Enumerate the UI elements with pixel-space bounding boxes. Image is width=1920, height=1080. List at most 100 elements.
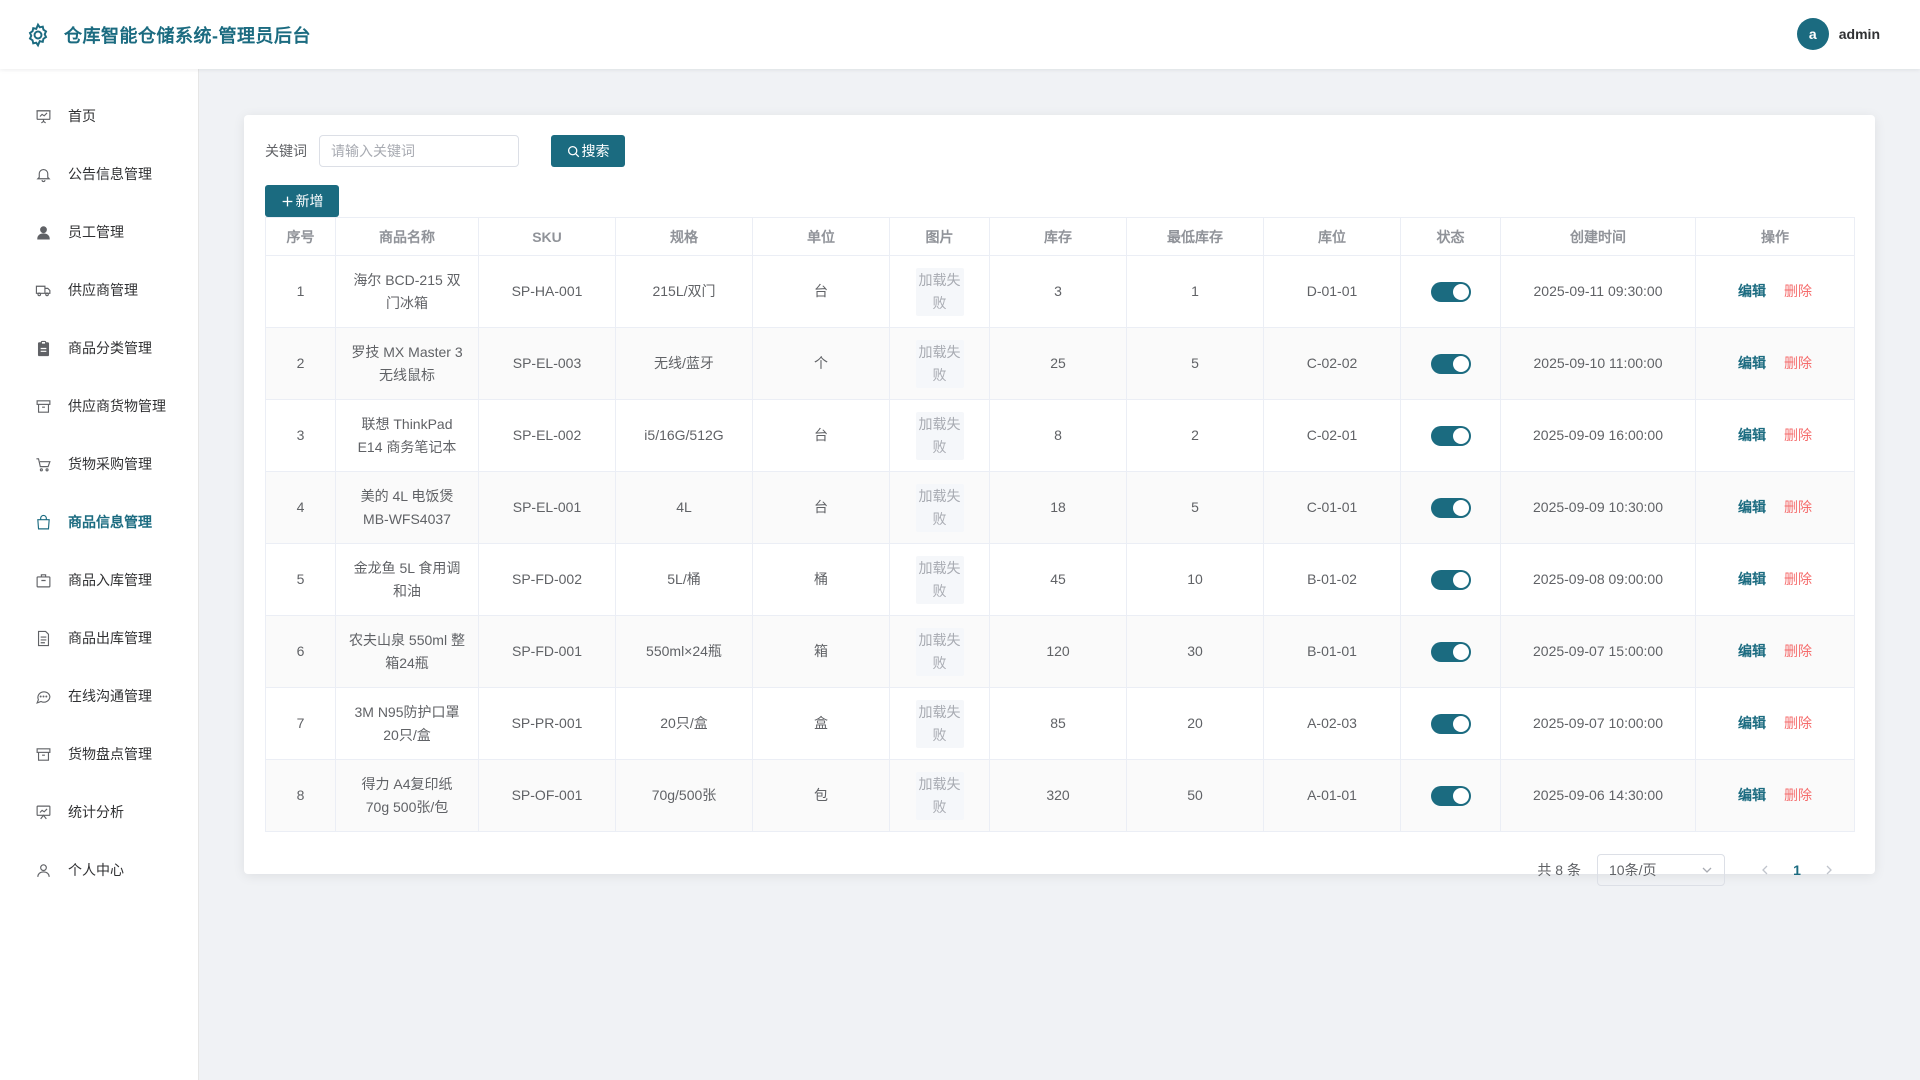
delete-button[interactable]: 删除	[1784, 643, 1812, 659]
cart-icon	[36, 457, 51, 471]
sidebar-item[interactable]: 商品出库管理	[0, 609, 198, 667]
avatar[interactable]: a	[1796, 18, 1829, 50]
edit-button[interactable]: 编辑	[1738, 643, 1766, 659]
status-toggle[interactable]	[1430, 282, 1471, 303]
add-button[interactable]: 新增	[265, 185, 339, 217]
edit-button[interactable]: 编辑	[1738, 571, 1766, 587]
column-header: 序号	[265, 217, 336, 256]
cell-unit: 桶	[752, 543, 890, 616]
prev-page-button[interactable]	[1749, 854, 1781, 886]
sidebar-item[interactable]: 在线沟通管理	[0, 667, 198, 725]
sidebar-item[interactable]: 货物采购管理	[0, 435, 198, 493]
sidebar-item-label: 供应商货物管理	[68, 398, 166, 414]
sidebar-item[interactable]: 供应商管理	[0, 261, 198, 319]
column-header: 操作	[1695, 217, 1855, 256]
edit-button[interactable]: 编辑	[1738, 283, 1766, 299]
delete-button[interactable]: 删除	[1784, 787, 1812, 803]
sidebar-item-label: 公告信息管理	[68, 166, 152, 182]
status-toggle[interactable]	[1430, 426, 1471, 447]
cell-image: 加载失败	[889, 759, 990, 832]
status-toggle[interactable]	[1430, 498, 1471, 519]
cell-name: 3M N95防护口罩 20只/盒	[335, 687, 479, 760]
search-input[interactable]	[319, 135, 519, 167]
user-menu[interactable]: a admin	[1796, 18, 1880, 50]
cell-min-stock: 5	[1126, 327, 1264, 400]
cell-name: 农夫山泉 550ml 整箱24瓶	[335, 615, 479, 688]
edit-button[interactable]: 编辑	[1738, 715, 1766, 731]
sidebar-item-label: 商品出库管理	[68, 630, 152, 646]
status-toggle[interactable]	[1430, 570, 1471, 591]
delete-button[interactable]: 删除	[1784, 283, 1812, 299]
table-row: 2 罗技 MX Master 3 无线鼠标 SP-EL-003 无线/蓝牙个加载失败 2…	[265, 327, 1855, 400]
status-toggle[interactable]	[1430, 642, 1471, 663]
cell-min-stock: 2	[1126, 399, 1264, 472]
cell-image: 加载失败	[889, 543, 990, 616]
cell-min-stock: 1	[1126, 255, 1264, 328]
delete-button[interactable]: 删除	[1784, 715, 1812, 731]
username[interactable]: admin	[1839, 26, 1880, 42]
cell-actions: 编辑 删除	[1695, 399, 1855, 472]
delete-button[interactable]: 删除	[1784, 499, 1812, 515]
cell-spec: 无线/蓝牙	[615, 327, 753, 400]
cell-status	[1400, 543, 1501, 616]
image-load-failed: 加载失败	[915, 411, 964, 460]
sidebar-item[interactable]: 个人中心	[0, 841, 198, 899]
edit-button[interactable]: 编辑	[1738, 355, 1766, 371]
next-page-button[interactable]	[1813, 854, 1845, 886]
cell-spec: 5L/桶	[615, 543, 753, 616]
sidebar-item-label: 货物采购管理	[68, 456, 152, 472]
sidebar-item[interactable]: 商品入库管理	[0, 551, 198, 609]
sidebar: 首页公告信息管理员工管理 供应商管理 商品分类管理供应商货物管理 货物采购管理商品信息…	[0, 69, 199, 1080]
sidebar-item[interactable]: 商品分类管理	[0, 319, 198, 377]
plus-icon	[282, 196, 292, 206]
sidebar-item[interactable]: 员工管理	[0, 203, 198, 261]
edit-button[interactable]: 编辑	[1738, 787, 1766, 803]
cell-stock: 320	[989, 759, 1127, 832]
cell-min-stock: 5	[1126, 471, 1264, 544]
cell-location: C-01-01	[1263, 471, 1401, 544]
cell-image: 加载失败	[889, 399, 990, 472]
cell-stock: 25	[989, 327, 1127, 400]
sidebar-item[interactable]: 商品信息管理	[0, 493, 198, 551]
image-load-failed: 加载失败	[915, 699, 964, 748]
chevron-left-icon	[1762, 865, 1768, 875]
chevron-down-icon	[1702, 867, 1712, 873]
image-load-failed: 加载失败	[915, 339, 964, 388]
add-button-label: 新增	[295, 193, 324, 209]
status-toggle[interactable]	[1430, 786, 1471, 807]
sidebar-item[interactable]: 统计分析	[0, 783, 198, 841]
sidebar-item[interactable]: 货物盘点管理	[0, 725, 198, 783]
sidebar-item[interactable]: 供应商货物管理	[0, 377, 198, 435]
edit-button[interactable]: 编辑	[1738, 427, 1766, 443]
edit-button[interactable]: 编辑	[1738, 499, 1766, 515]
bell-icon	[36, 168, 51, 182]
cell-actions: 编辑 删除	[1695, 687, 1855, 760]
cell-status	[1400, 255, 1501, 328]
cell-sku: SP-FD-002	[478, 543, 616, 616]
sidebar-item[interactable]: 公告信息管理	[0, 145, 198, 203]
cell-index: 7	[265, 687, 336, 760]
cell-spec: 70g/500张	[615, 759, 753, 832]
chevron-right-icon	[1826, 865, 1832, 875]
status-toggle[interactable]	[1430, 354, 1471, 375]
bag-icon	[37, 514, 50, 529]
cell-actions: 编辑 删除	[1695, 255, 1855, 328]
cell-sku: SP-EL-002	[478, 399, 616, 472]
user-icon	[37, 863, 50, 877]
search-button[interactable]: 搜索	[551, 135, 625, 167]
page-number[interactable]: 1	[1781, 854, 1813, 886]
sidebar-item[interactable]: 首页	[0, 87, 198, 145]
clipboard-icon	[37, 340, 50, 356]
cell-location: C-02-02	[1263, 327, 1401, 400]
delete-button[interactable]: 删除	[1784, 355, 1812, 371]
status-toggle[interactable]	[1430, 714, 1471, 735]
column-header: 库位	[1263, 217, 1401, 256]
delete-button[interactable]: 删除	[1784, 571, 1812, 587]
cell-spec: 20只/盒	[615, 687, 753, 760]
cell-name: 海尔 BCD-215 双门冰箱	[335, 255, 479, 328]
page-size-select[interactable]: 10条/页	[1597, 854, 1725, 886]
chart-board-icon	[36, 805, 51, 819]
cell-stock: 120	[989, 615, 1127, 688]
document-icon	[37, 630, 50, 646]
delete-button[interactable]: 删除	[1784, 427, 1812, 443]
